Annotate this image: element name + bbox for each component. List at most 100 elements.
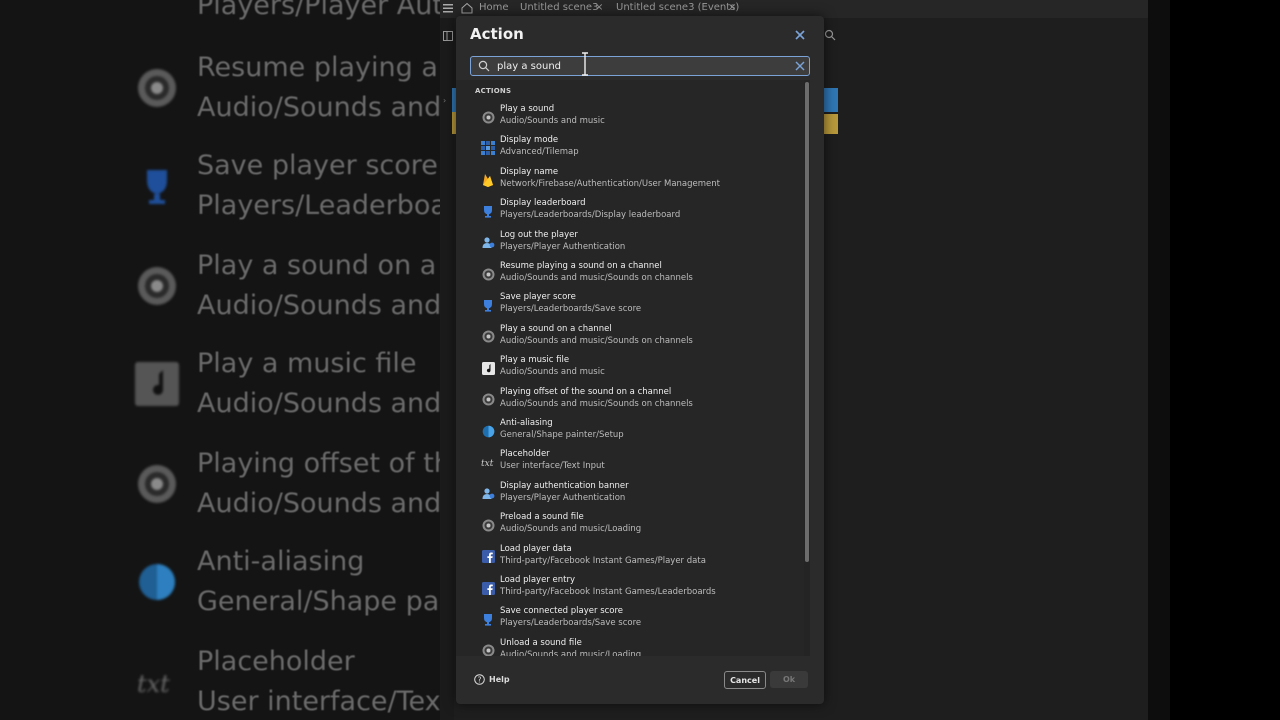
trophy-icon — [135, 164, 179, 208]
bg-list-item: Play a sound on a c Audio/Sounds and — [135, 242, 440, 342]
bg-item-subtitle: Players/Leaderboar — [197, 190, 440, 221]
list-item-title: Playing offset of the sound on a channel — [500, 386, 672, 397]
list-item[interactable]: Load player data Third-party/Facebook Ins… — [476, 543, 796, 573]
background-zoomed-list: Players/Player Auth Resume playing a s A… — [0, 0, 440, 720]
shape-painter-icon — [135, 560, 179, 604]
cancel-button[interactable]: Cancel — [724, 671, 766, 689]
list-item[interactable]: Display leaderboard Players/Leaderboards/… — [476, 197, 796, 227]
list-item-title: Play a sound on a channel — [500, 323, 612, 334]
list-item[interactable]: Preload a sound file Audio/Sounds and mus… — [476, 511, 796, 541]
help-icon: ? — [474, 673, 485, 685]
speaker-icon — [481, 330, 495, 344]
list-item[interactable]: Save connected player score Players/Leade… — [476, 605, 796, 635]
tab-untitled-scene3[interactable]: Untitled scene3 — [520, 2, 598, 13]
list-item-subtitle: User interface/Text Input — [500, 461, 605, 472]
background-dark — [1170, 0, 1280, 720]
close-tab-icon[interactable]: × — [595, 2, 603, 13]
search-icon — [478, 60, 490, 72]
list-item[interactable]: Display authentication banner Players/Pla… — [476, 480, 796, 510]
speaker-icon — [481, 267, 495, 281]
bg-item-title: Playing offset of the — [197, 448, 440, 479]
list-item[interactable]: Save player score Players/Leaderboards/Sa… — [476, 291, 796, 321]
list-item-title: Display authentication banner — [500, 480, 629, 491]
scrollbar-thumb[interactable] — [805, 82, 809, 562]
list-item-subtitle: Audio/Sounds and music/Loading — [500, 524, 642, 535]
bg-list-item: Anti-aliasing General/Shape pai — [135, 538, 440, 638]
bg-list-item: txt Placeholder User interface/Text — [135, 638, 440, 720]
event-row-highlight — [824, 88, 838, 112]
list-item-subtitle: Players/Leaderboards/Display leaderboard — [500, 210, 681, 221]
user-auth-icon — [135, 4, 179, 48]
list-item[interactable]: Resume playing a sound on a channel Audio… — [476, 260, 796, 290]
bg-item-title: Save player score — [197, 150, 438, 181]
list-item[interactable]: Unload a sound file Audio/Sounds and musi… — [476, 637, 796, 656]
speaker-icon — [135, 66, 179, 110]
actions-list: ACTIONS Play a sound Audio/Sounds and mus… — [456, 80, 810, 656]
tab-home[interactable]: Home — [479, 2, 509, 13]
search-field[interactable] — [470, 56, 810, 76]
shape-painter-icon — [481, 424, 495, 438]
list-item-title: Save connected player score — [500, 606, 624, 617]
trophy-icon — [481, 204, 495, 218]
svg-text:txt: txt — [481, 459, 494, 468]
bg-item-title: Placeholder — [197, 646, 355, 677]
help-button[interactable]: ? Help — [474, 672, 510, 686]
list-item[interactable]: Display mode Advanced/Tilemap — [476, 134, 796, 164]
action-dialog: Action ACTIONS Play a sound Audio/Sounds … — [456, 16, 824, 704]
list-item[interactable]: txt Placeholder User interface/Text Input — [476, 448, 796, 478]
list-item-title: Anti-aliasing — [500, 418, 553, 428]
list-item[interactable]: Playing offset of the sound on a channel… — [476, 386, 796, 416]
bg-item-subtitle: Audio/Sounds and — [197, 388, 440, 419]
hamburger-menu-icon[interactable] — [442, 2, 454, 17]
list-item-title: Display mode — [500, 135, 559, 146]
chevron-right-icon[interactable]: › — [443, 96, 446, 105]
list-item-title: Load player data — [500, 543, 572, 554]
bg-item-title: Players/Player Auth — [197, 0, 440, 21]
list-item[interactable]: Load player entry Third-party/Facebook In… — [476, 574, 796, 604]
list-item-subtitle: Audio/Sounds and music/Sounds on channel… — [500, 398, 693, 409]
search-input[interactable] — [497, 58, 777, 74]
list-item-subtitle: Audio/Sounds and music/Sounds on channel… — [500, 335, 693, 346]
music-note-icon — [135, 362, 179, 406]
bg-item-title: Anti-aliasing — [197, 546, 365, 577]
list-item-title: Unload a sound file — [500, 637, 582, 648]
text-cursor-icon — [582, 52, 588, 76]
text-input-icon: txt — [135, 660, 179, 704]
clear-search-icon[interactable] — [794, 60, 806, 72]
close-tab-icon[interactable]: × — [728, 2, 736, 13]
list-item[interactable]: Play a music file Audio/Sounds and music — [476, 354, 796, 384]
speaker-icon — [135, 264, 179, 308]
facebook-icon — [481, 550, 495, 564]
layout-icon[interactable] — [443, 26, 453, 45]
list-item-subtitle: Advanced/Tilemap — [500, 147, 579, 158]
svg-text:txt: txt — [137, 670, 170, 698]
list-item-subtitle: Players/Leaderboards/Save score — [500, 618, 642, 629]
list-item-subtitle: General/Shape painter/Setup — [500, 430, 624, 440]
trophy-icon — [481, 612, 495, 626]
list-item[interactable]: Display name Network/Firebase/Authenticat… — [476, 166, 796, 196]
list-item-subtitle: Third-party/Facebook Instant Games/Playe… — [500, 555, 706, 566]
speaker-icon — [481, 393, 495, 407]
close-button[interactable] — [792, 27, 808, 43]
list-item[interactable]: Play a sound on a channel Audio/Sounds an… — [476, 323, 796, 353]
facebook-icon — [481, 581, 495, 595]
search-icon[interactable] — [824, 26, 836, 45]
bg-item-subtitle: Audio/Sounds and — [197, 488, 440, 519]
bg-list-item: Save player score Players/Leaderboar — [135, 142, 440, 242]
bg-item-title: Play a music file — [197, 348, 417, 379]
ok-button[interactable]: Ok — [770, 671, 808, 688]
bg-item-title: Play a sound on a c — [197, 250, 440, 281]
list-item[interactable]: Anti-aliasing General/Shape painter/Setup — [476, 417, 796, 447]
list-item-subtitle: Audio/Sounds and music/Sounds on channel… — [500, 273, 693, 283]
list-item-title: Play a sound — [500, 104, 555, 114]
list-item-subtitle: Players/Player Authentication — [500, 241, 626, 252]
list-item[interactable]: Log out the player Players/Player Authent… — [476, 229, 796, 259]
list-item-title: Preload a sound file — [500, 512, 584, 523]
music-note-icon — [481, 361, 495, 375]
list-item[interactable]: Play a sound Audio/Sounds and music — [476, 103, 796, 133]
bg-item-title: Resume playing a s — [197, 52, 440, 83]
firebase-icon — [481, 173, 495, 187]
tab-untitled-scene3-events[interactable]: Untitled scene3 (Events) — [616, 2, 739, 13]
list-item-subtitle: Third-party/Facebook Instant Games/Leade… — [500, 587, 716, 597]
dialog-title: Action — [470, 25, 524, 43]
